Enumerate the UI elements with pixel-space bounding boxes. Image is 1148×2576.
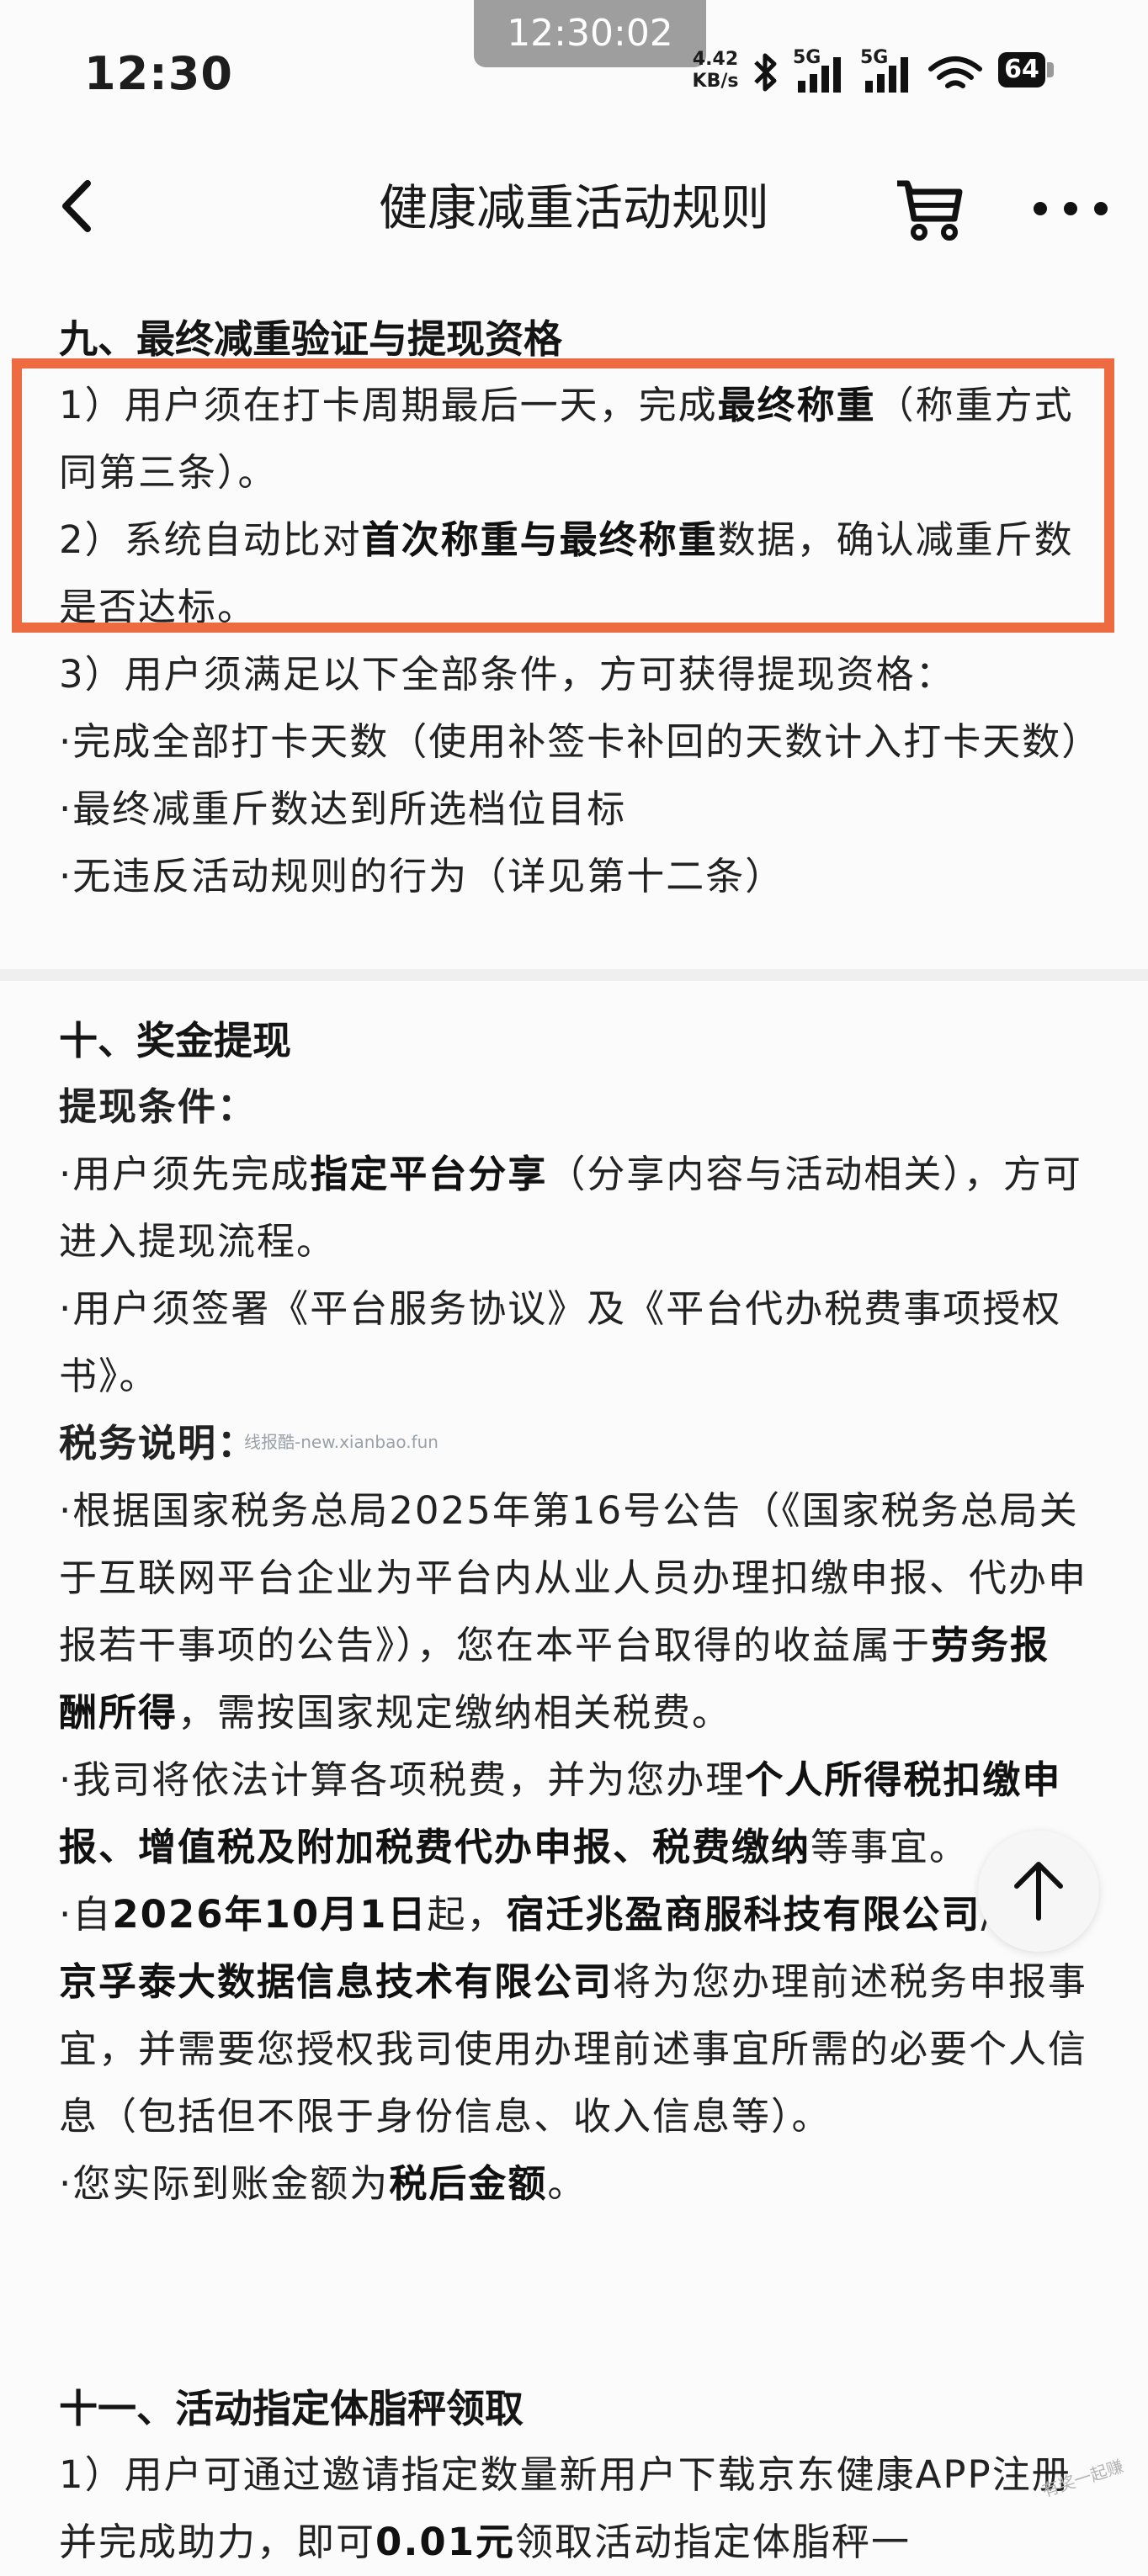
rule-item: 1）用户可通过邀请指定数量新用户下载京东健康APP注册并完成助力，即可0.01元… <box>59 2441 1089 2576</box>
condition-item: ·用户须先完成指定平台分享（分享内容与活动相关），方可进入提现流程。 <box>59 1141 1089 1275</box>
nav-bar: 健康减重活动规则 <box>0 143 1148 278</box>
section-heading: 十、奖金提现 <box>59 1018 291 1063</box>
signal-icon <box>798 57 841 93</box>
subheading: 税务说明： <box>59 1421 258 1466</box>
back-icon[interactable] <box>50 177 109 236</box>
condition-item: ·无违反活动规则的行为（详见第十二条） <box>59 854 785 898</box>
scroll-to-top-button[interactable] <box>978 1831 1099 1952</box>
screen-recording-time: 12:30:02 <box>474 0 706 67</box>
rule-text: ·自 <box>59 1892 113 1937</box>
tax-item: ·您实际到账金额为税后金额。 <box>59 2150 1089 2218</box>
rule-text: 。 <box>547 2161 587 2206</box>
condition-item: ·最终减重斤数达到所选档位目标 <box>59 787 627 831</box>
section-heading: 十一、活动指定体脂秤领取 <box>59 2386 524 2431</box>
status-time: 12:30 <box>84 47 233 100</box>
status-bar: 12:30 12:30:02 4.42 KB/s 5G 5G 64 <box>0 0 1148 143</box>
network-speed-unit: KB/s <box>692 71 739 92</box>
section-divider <box>0 969 1148 981</box>
rule-text: ·您实际到账金额为 <box>59 2161 390 2206</box>
tax-item: ·自2026年10月1日起，宿迁兆盈商服科技有限公司/宿迁京孚泰大数据信息技术有… <box>59 1881 1089 2150</box>
rule-item: 3）用户须满足以下全部条件，方可获得提现资格： <box>59 652 955 697</box>
rule-emphasis: 税后金额 <box>389 2161 548 2206</box>
network-speed: 4.42 KB/s <box>690 49 741 93</box>
signal-icon <box>865 57 908 93</box>
wifi-icon <box>928 56 982 88</box>
condition-item: ·完成全部打卡天数（使用补签卡补回的天数计入打卡天数） <box>59 719 1102 764</box>
rule-emphasis: 0.01元 <box>375 2520 516 2564</box>
rule-text: 等事宜。 <box>811 1825 970 1869</box>
rule-text: 起， <box>427 1892 507 1937</box>
rule-text: ·我司将依法计算各项税费，并为您办理 <box>59 1757 746 1802</box>
subheading: 提现条件： <box>59 1084 258 1129</box>
network-speed-value: 4.42 <box>692 49 739 70</box>
page-title: 健康减重活动规则 <box>378 179 769 236</box>
arrow-up-icon <box>1014 1862 1063 1921</box>
tax-item: ·我司将依法计算各项税费，并为您办理个人所得税扣缴申报、增值税及附加税费代办申报… <box>59 1746 1089 1881</box>
tax-item: ·根据国家税务总局2025年第16号公告（《国家税务总局关于互联网平台企业为平台… <box>59 1477 1089 1746</box>
cart-icon[interactable] <box>892 175 968 242</box>
rule-text: ·用户须先完成 <box>59 1152 311 1196</box>
section-ten: 十、奖金提现 提现条件： ·用户须先完成指定平台分享（分享内容与活动相关），方可… <box>0 981 1148 2349</box>
rule-text: 领取活动指定体脂秤一 <box>515 2520 911 2564</box>
site-watermark: 线报酷-new.xianbao.fun <box>244 1432 438 1452</box>
rule-emphasis: 宿迁兆盈商服科技有限公司 <box>506 1892 981 1937</box>
battery-icon: 64 <box>998 52 1045 87</box>
rule-emphasis: 2026年10月1日 <box>112 1892 428 1937</box>
battery-tip <box>1047 62 1054 77</box>
more-icon[interactable] <box>1028 192 1113 225</box>
bluetooth-icon <box>754 53 777 92</box>
rule-text: ，需按国家规定缴纳相关税费。 <box>178 1690 732 1735</box>
rule-emphasis: 指定平台分享 <box>310 1152 548 1196</box>
rules-content: 九、最终减重验证与提现资格 1）用户须在打卡周期最后一天，完成最终称重（称重方式… <box>0 278 1148 2576</box>
highlight-annotation-box <box>12 358 1114 633</box>
section-eleven: 十一、活动指定体脂秤领取 1）用户可通过邀请指定数量新用户下载京东健康APP注册… <box>0 2349 1148 2576</box>
section-nine: 九、最终减重验证与提现资格 1）用户须在打卡周期最后一天，完成最终称重（称重方式… <box>0 278 1148 969</box>
condition-item: ·用户须签署《平台服务协议》及《平台代办税费事项授权书》。 <box>59 1286 1062 1398</box>
